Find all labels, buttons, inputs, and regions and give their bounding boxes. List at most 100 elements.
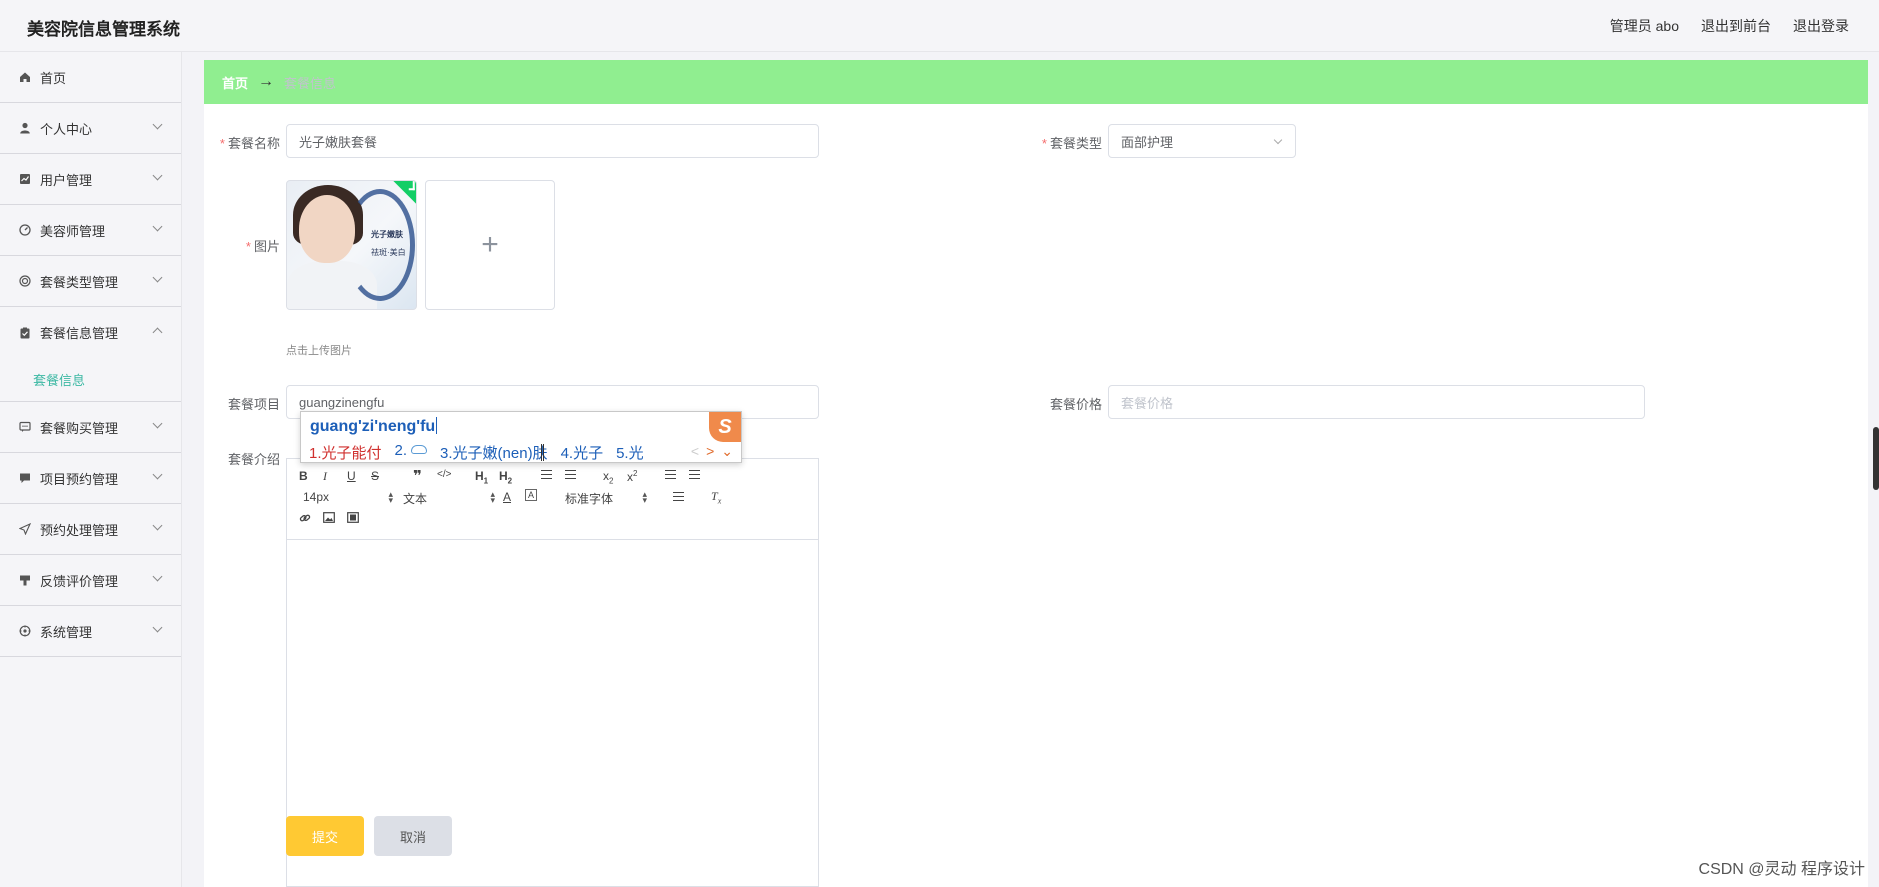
dashboard-icon <box>18 223 32 237</box>
settings-icon <box>18 624 32 638</box>
sidebar-item-user-management[interactable]: 用户管理 <box>0 154 181 205</box>
strikethrough-icon[interactable]: S <box>371 469 379 483</box>
required-mark: * <box>245 239 251 254</box>
heading-1-icon[interactable]: H1 <box>475 469 488 485</box>
ime-prev-icon[interactable]: < <box>691 443 699 460</box>
sidebar: 首页 个人中心 用户管理 美容师管理 套餐类型管理 套餐信息管理 套餐信息 套餐… <box>0 52 182 887</box>
ime-candidate[interactable]: 5.光 <box>616 442 644 463</box>
package-type-select[interactable]: 面部护理 <box>1108 124 1296 158</box>
ime-candidate[interactable]: 4.光子 <box>561 442 604 463</box>
outdent-icon[interactable] <box>665 468 676 482</box>
uploaded-image-thumbnail[interactable]: 光子嫩肤 祛斑·美白 <box>286 180 417 310</box>
font-color-icon[interactable]: A <box>503 490 511 504</box>
package-intro-label: 套餐介绍 <box>227 452 280 467</box>
ordered-list-icon[interactable] <box>541 468 552 482</box>
sidebar-item-label: 系统管理 <box>40 624 93 640</box>
user-icon <box>18 121 32 135</box>
required-mark: * <box>1041 136 1047 151</box>
chevron-down-icon <box>152 622 163 633</box>
ime-expand-icon[interactable]: ⌄ <box>721 443 733 460</box>
select-updown-icon: ▴ ▾ <box>642 489 647 505</box>
sidebar-item-label: 项目预约管理 <box>40 471 119 487</box>
sidebar-item-package-type-management[interactable]: 套餐类型管理 <box>0 256 181 307</box>
code-block-icon[interactable]: </> <box>437 469 451 480</box>
package-type-label: * 套餐类型 <box>1041 136 1102 151</box>
font-family-select[interactable]: 标准字体 ▴ ▾ <box>565 490 647 507</box>
page-scrollbar[interactable] <box>1873 427 1879 490</box>
sidebar-subitem-package-info[interactable]: 套餐信息 <box>0 358 181 402</box>
ime-candidate-cloud[interactable]: 2. <box>395 442 428 463</box>
sidebar-item-label: 个人中心 <box>40 121 93 137</box>
logout-link[interactable]: 退出登录 <box>1793 16 1849 36</box>
package-name-input[interactable]: 光子嫩肤套餐 <box>286 124 819 158</box>
clear-format-icon[interactable]: Tx <box>711 489 721 505</box>
ime-candidate[interactable]: 3.光子嫩(nen)肤 <box>440 442 548 463</box>
chevron-down-icon <box>1273 135 1283 145</box>
cloud-icon <box>411 445 428 454</box>
package-price-label: 套餐价格 <box>1049 397 1102 412</box>
link-icon[interactable] <box>299 512 311 527</box>
chevron-up-icon <box>152 327 163 338</box>
cancel-button[interactable]: 取消 <box>374 816 452 856</box>
paragraph-select[interactable]: 文本 ▴ ▾ <box>403 490 495 507</box>
sidebar-item-label: 套餐购买管理 <box>40 420 119 436</box>
sidebar-item-label: 首页 <box>40 70 67 86</box>
chart-icon <box>18 172 32 186</box>
ime-logo-icon: S <box>709 412 741 442</box>
package-type-value: 面部护理 <box>1121 134 1174 150</box>
upload-add-button[interactable]: + <box>425 180 555 310</box>
heading-2-icon[interactable]: H2 <box>499 469 512 485</box>
breadcrumb: 首页 → 套餐信息 <box>204 60 1868 104</box>
submit-button[interactable]: 提交 <box>286 816 364 856</box>
sidebar-item-label: 套餐信息管理 <box>40 326 119 341</box>
align-left-icon[interactable] <box>673 490 684 504</box>
package-price-input[interactable]: 套餐价格 <box>1108 385 1645 419</box>
sidebar-item-project-appointment-management[interactable]: 项目预约管理 <box>0 453 181 504</box>
watermark: CSDN @灵动 程序设计 <box>1698 861 1865 878</box>
sidebar-item-label: 套餐类型管理 <box>40 274 119 290</box>
image-caption-title: 光子嫩肤 <box>371 230 403 239</box>
font-size-select[interactable]: 14px ▴ ▾ <box>303 490 393 505</box>
chevron-down-icon <box>152 119 163 130</box>
sidebar-item-label: 美容师管理 <box>40 223 106 239</box>
sidebar-item-feedback-management[interactable]: 反馈评价管理 <box>0 555 181 606</box>
sidebar-item-label: 预约处理管理 <box>40 522 119 538</box>
background-color-icon[interactable]: A <box>525 489 538 501</box>
text-cursor-icon <box>541 444 544 461</box>
image-icon[interactable] <box>323 512 335 526</box>
sidebar-item-package-info-management[interactable]: 套餐信息管理 <box>0 307 181 358</box>
sidebar-item-appointment-processing-management[interactable]: 预约处理管理 <box>0 504 181 555</box>
superscript-icon[interactable]: x2 <box>627 469 637 484</box>
app-title: 美容院信息管理系统 <box>27 20 180 39</box>
subscript-icon[interactable]: x2 <box>603 469 613 485</box>
image-label: * 图片 <box>245 239 280 254</box>
sidebar-item-system-management[interactable]: 系统管理 <box>0 606 181 657</box>
sidebar-item-label: 反馈评价管理 <box>40 573 119 589</box>
breadcrumb-arrow-icon: → <box>258 73 275 90</box>
sidebar-item-beautician-management[interactable]: 美容师管理 <box>0 205 181 256</box>
breadcrumb-home[interactable]: 首页 <box>222 73 248 92</box>
message-icon <box>18 471 32 485</box>
video-icon[interactable] <box>347 512 359 526</box>
ime-candidate-list: 1.光子能付 2. 3.光子嫩(nen)肤 4.光子 5.光 <box>309 442 657 463</box>
clipboard-icon <box>18 326 32 340</box>
package-project-label: 套餐项目 <box>227 397 280 412</box>
chevron-down-icon <box>152 469 163 480</box>
underline-icon[interactable]: U <box>347 469 356 483</box>
sidebar-item-package-purchase-management[interactable]: 套餐购买管理 <box>0 402 181 453</box>
indent-icon[interactable] <box>689 468 700 482</box>
back-to-front-link[interactable]: 退出到前台 <box>1701 16 1771 36</box>
image-ring-decoration <box>345 189 415 301</box>
font-size-value: 14px <box>303 490 330 504</box>
bullet-list-icon[interactable] <box>565 468 576 482</box>
sidebar-item-home[interactable]: 首页 <box>0 52 181 103</box>
breadcrumb-current: 套餐信息 <box>284 75 337 91</box>
blockquote-icon[interactable]: ❞ <box>413 467 422 485</box>
italic-icon[interactable]: I <box>323 469 327 484</box>
bold-icon[interactable]: B <box>299 469 308 483</box>
ime-candidate-popup: guang'zi'neng'fu 1.光子能付 2. 3.光子嫩(nen)肤 4… <box>300 411 742 463</box>
ime-candidate[interactable]: 1.光子能付 <box>309 442 382 463</box>
target-icon <box>18 274 32 288</box>
ime-next-icon[interactable]: > <box>706 443 714 460</box>
sidebar-item-personal-center[interactable]: 个人中心 <box>0 103 181 154</box>
